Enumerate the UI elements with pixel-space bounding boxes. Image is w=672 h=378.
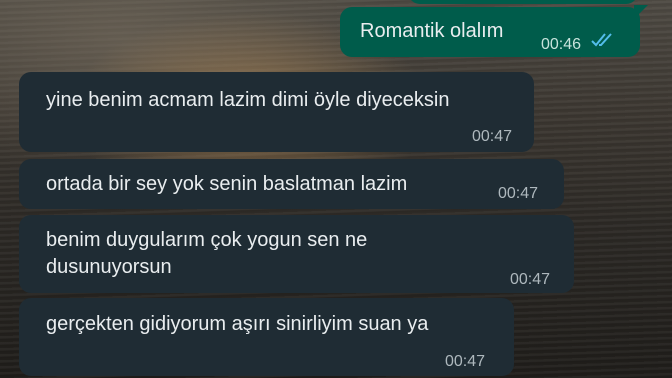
message-time: 00:46 <box>541 36 582 53</box>
bubble-tail <box>634 5 648 19</box>
chat-message-list: Romantik olalım 00:46 yine benim acmam l… <box>0 0 672 378</box>
message-time: 00:47 <box>472 128 513 145</box>
message-bubble-incoming[interactable]: benim duygularım çok yogun sen ne dusunu… <box>19 215 574 293</box>
message-time: 00:47 <box>498 185 539 202</box>
double-check-read-icon <box>590 32 616 48</box>
message-bubble-incoming[interactable]: gerçekten gidiyorum aşırı sinirliyim sua… <box>19 298 514 376</box>
message-bubble-outgoing[interactable]: Romantik olalım 00:46 <box>340 5 648 57</box>
message-text: yine benim acmam lazim dimi öyle diyecek… <box>46 89 450 111</box>
message-bubble-incoming[interactable]: yine benim acmam lazim dimi öyle diyecek… <box>19 72 534 152</box>
message-text-line: dusunuyorsun <box>46 256 172 278</box>
message-bubble-incoming[interactable]: ortada bir sey yok senin baslatman lazim… <box>19 159 564 209</box>
message-time: 00:47 <box>510 271 551 288</box>
message-text: Romantik olalım <box>360 20 504 42</box>
message-text-line: benim duygularım çok yogun sen ne <box>46 229 368 251</box>
message-time: 00:47 <box>445 353 486 370</box>
message-text: ortada bir sey yok senin baslatman lazim <box>46 173 408 195</box>
message-text: gerçekten gidiyorum aşırı sinirliyim sua… <box>46 313 429 335</box>
previous-message-bubble[interactable] <box>408 0 638 4</box>
